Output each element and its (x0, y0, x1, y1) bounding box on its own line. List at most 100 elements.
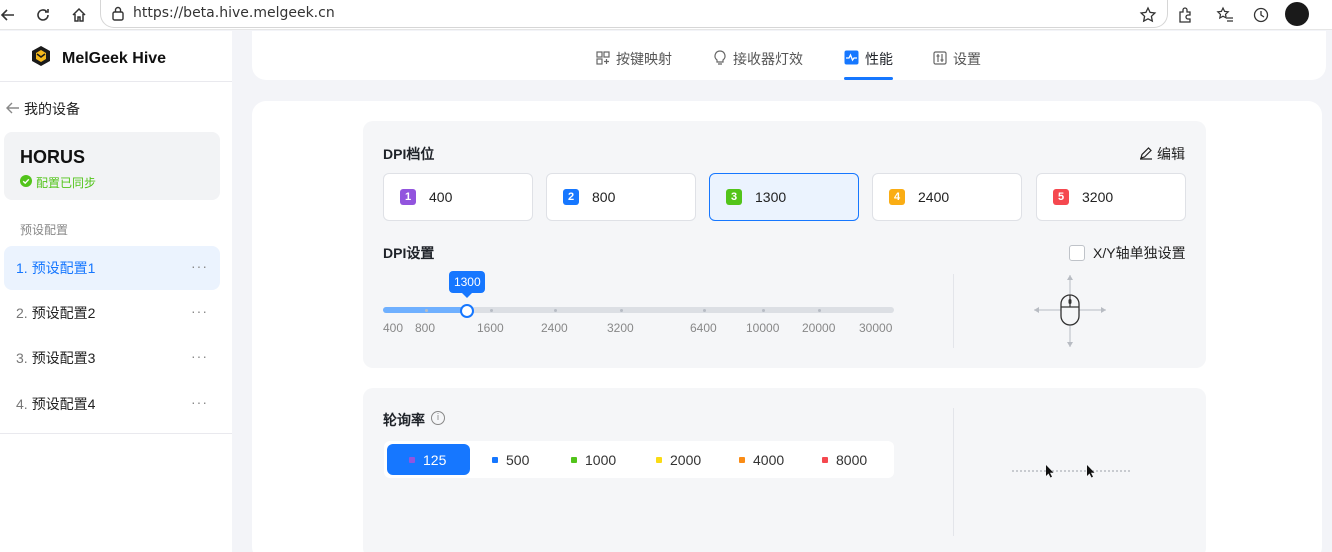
xy-separate-toggle[interactable]: X/Y轴单独设置 (1069, 243, 1186, 263)
tick-label: 800 (415, 321, 436, 335)
color-swatch (656, 456, 662, 463)
performance-icon (844, 50, 859, 68)
edit-button[interactable]: 编辑 (1139, 144, 1185, 164)
pencil-icon (1139, 146, 1153, 163)
dpi-settings-title: DPI设置 (383, 245, 435, 261)
polling-rate-selector: 125 500 1000 2000 4000 8000 (384, 441, 894, 478)
tick-label: 3200 (607, 321, 634, 335)
color-swatch (822, 456, 828, 463)
dpi-levels-title: DPI档位 (383, 146, 435, 162)
polling-option-1000[interactable]: 1000 (561, 444, 626, 475)
sync-status: 配置已同步 (20, 174, 96, 191)
dpi-level-value: 1300 (755, 189, 787, 205)
home-icon[interactable] (67, 3, 91, 27)
dpi-level-2[interactable]: 2 800 (546, 173, 696, 221)
keymap-icon (596, 50, 610, 68)
preset-item-4[interactable]: 4. 预设配置4 ··· (4, 382, 220, 426)
active-tab-indicator (844, 77, 893, 80)
brand: MelGeek Hive (30, 45, 166, 72)
dpi-level-1[interactable]: 1 400 (383, 173, 533, 221)
polling-option-2000[interactable]: 2000 (646, 444, 711, 475)
tick-label: 400 (383, 321, 404, 335)
sync-status-text: 配置已同步 (36, 176, 97, 190)
bulb-icon (713, 49, 727, 69)
dpi-level-badge: 2 (563, 189, 579, 205)
extensions-icon[interactable] (1173, 3, 1197, 27)
back-label: 我的设备 (24, 101, 80, 117)
reload-icon[interactable] (31, 3, 55, 27)
brand-name: MelGeek Hive (62, 49, 167, 67)
tab-receiver-lighting[interactable]: 接收器灯效 (713, 49, 803, 69)
dpi-level-value: 2400 (918, 189, 950, 205)
preset-section-header: 预设配置 (20, 223, 69, 237)
slider-dot (818, 308, 821, 312)
divider (0, 433, 232, 434)
divider (0, 81, 232, 82)
more-options-icon[interactable]: ··· (191, 303, 208, 319)
dpi-level-3[interactable]: 3 1300 (709, 173, 859, 221)
preset-item-1[interactable]: 1. 预设配置1 ··· (4, 246, 220, 290)
more-options-icon[interactable]: ··· (191, 394, 208, 410)
dpi-level-badge: 3 (726, 189, 742, 205)
polling-option-8000[interactable]: 8000 (812, 444, 877, 475)
preset-item-2[interactable]: 2. 预设配置2 ··· (4, 291, 220, 335)
dpi-level-badge: 4 (889, 189, 905, 205)
tab-label: 按键映射 (616, 51, 672, 67)
dpi-value-tooltip: 1300 (449, 271, 486, 298)
vertical-divider (953, 408, 954, 536)
polling-rate-title: 轮询率 (383, 412, 425, 428)
tick-label: 6400 (690, 321, 717, 335)
device-card[interactable]: HORUS 配置已同步 (4, 132, 220, 200)
address-bar[interactable]: https://beta.hive.melgeek.cn (100, 0, 1168, 28)
dpi-level-value: 3200 (1082, 189, 1114, 205)
dpi-level-value: 400 (429, 189, 453, 205)
color-swatch (409, 456, 415, 463)
profile-avatar[interactable] (1285, 2, 1309, 26)
more-options-icon[interactable]: ··· (191, 258, 208, 274)
xy-label: X/Y轴单独设置 (1093, 245, 1186, 261)
slider-dot (425, 308, 428, 312)
favorite-star-icon[interactable] (1136, 3, 1160, 27)
tick-label: 30000 (859, 321, 893, 335)
preset-label: 预设配置3 (31, 350, 96, 366)
color-swatch (571, 456, 577, 463)
tab-label: 接收器灯效 (733, 51, 803, 67)
back-to-devices-link[interactable]: 我的设备 (6, 99, 80, 119)
browser-toolbar: https://beta.hive.melgeek.cn (0, 0, 1332, 30)
polling-option-125[interactable]: 125 (387, 444, 470, 475)
tab-settings[interactable]: 设置 (933, 49, 981, 69)
preset-item-3[interactable]: 3. 预设配置3 ··· (4, 336, 220, 380)
history-icon[interactable] (1249, 3, 1273, 27)
dpi-level-4[interactable]: 4 2400 (872, 173, 1022, 221)
polling-preview (1012, 462, 1130, 487)
more-options-icon[interactable]: ··· (191, 348, 208, 364)
color-swatch (492, 456, 498, 463)
tick-label: 10000 (746, 321, 780, 335)
favorites-list-icon[interactable] (1213, 3, 1237, 27)
slider-dot (703, 308, 706, 312)
polling-option-4000[interactable]: 4000 (729, 444, 794, 475)
device-name: HORUS (20, 147, 86, 167)
tab-label: 性能 (865, 51, 893, 67)
tick-label: 1600 (477, 321, 504, 335)
tab-performance[interactable]: 性能 (844, 49, 893, 69)
back-arrow-icon[interactable] (0, 3, 20, 27)
xy-checkbox[interactable] (1069, 245, 1085, 261)
info-icon[interactable]: i (431, 411, 445, 425)
preset-label: 预设配置1 (31, 260, 96, 276)
dpi-level-5[interactable]: 5 3200 (1036, 173, 1186, 221)
melgeek-logo-icon (30, 45, 52, 72)
slider-dot (620, 308, 623, 312)
check-circle-icon (20, 175, 32, 190)
tab-keymap[interactable]: 按键映射 (596, 49, 672, 69)
slider-dot (490, 308, 493, 312)
dpi-level-badge: 5 (1053, 189, 1069, 205)
dpi-level-value: 800 (592, 189, 616, 205)
dpi-level-badge: 1 (400, 189, 416, 205)
slider-dot (554, 308, 557, 312)
url-text: https://beta.hive.melgeek.cn (133, 5, 335, 21)
arrow-left-icon (6, 101, 20, 118)
tab-label: 设置 (953, 51, 981, 67)
polling-option-500[interactable]: 500 (482, 444, 539, 475)
tick-label: 2400 (541, 321, 568, 335)
